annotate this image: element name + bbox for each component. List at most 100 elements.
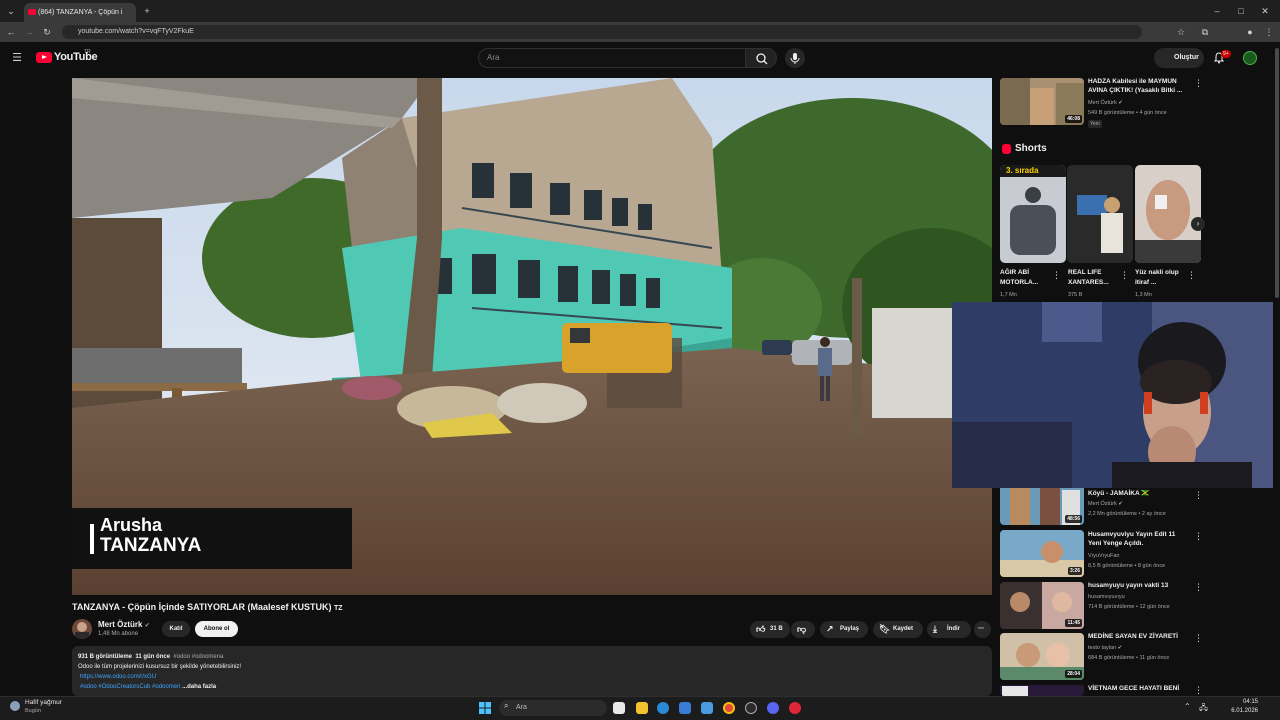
- recommended-title[interactable]: husamyuyu yayın vakti 13: [1088, 582, 1188, 591]
- forward-icon[interactable]: →: [22, 25, 36, 39]
- recommended-title[interactable]: Husamvyuviyu Yayın Edit 11 Yeni Yenge Aç…: [1088, 531, 1188, 548]
- channel-avatar[interactable]: [72, 619, 92, 639]
- share-button[interactable]: ↗ Paylaş: [820, 621, 868, 638]
- taskbar-search-text: Ara: [516, 704, 527, 711]
- network-icon[interactable]: 🖧︎: [1199, 702, 1208, 716]
- recommended-title[interactable]: HADZA Kabilesi ile MAYMUN AVINA ÇIKTIK! …: [1088, 78, 1188, 95]
- subscriber-count: 1,48 Mn abone: [98, 631, 139, 637]
- join-button[interactable]: Katıl: [162, 621, 190, 637]
- url-field[interactable]: youtube.com/watch?v=vqFTyV2FkuE: [62, 25, 1142, 39]
- voice-search-button[interactable]: [785, 48, 805, 68]
- video-duration: 3:26: [1067, 567, 1082, 575]
- browser-menu-icon[interactable]: ⋮: [1262, 25, 1276, 39]
- more-options-icon[interactable]: ⋮: [1194, 582, 1203, 593]
- shorts-next-icon[interactable]: ›: [1191, 217, 1205, 231]
- discord-icon[interactable]: [767, 702, 779, 714]
- tray-chevron-icon[interactable]: ⌃: [1184, 702, 1191, 711]
- recording-app-icon[interactable]: [789, 702, 801, 714]
- recommended-title[interactable]: VİETNAM GECE HAYATI BENİ: [1088, 685, 1188, 694]
- browser-tab[interactable]: (864) TANZANYA - Çöpün i: [24, 3, 136, 22]
- verified-icon: ✔: [144, 623, 150, 629]
- short-title[interactable]: Yüz nakli olup itiraf ...: [1135, 268, 1187, 288]
- more-options-icon[interactable]: ⋮: [1194, 78, 1203, 89]
- chrome-icon[interactable]: [723, 702, 735, 714]
- recommended-title[interactable]: MEDİNE SAYAN EV ZİYARETİ: [1088, 633, 1188, 642]
- reload-icon[interactable]: ↻: [40, 25, 54, 39]
- webcam-overlay: [952, 302, 1280, 488]
- like-button[interactable]: 👍︎ 31 B: [750, 621, 790, 638]
- store-icon[interactable]: [679, 702, 691, 714]
- file-explorer-icon[interactable]: [636, 702, 648, 714]
- weather-icon[interactable]: [10, 701, 20, 711]
- short-item[interactable]: [1135, 165, 1201, 263]
- download-button[interactable]: ⤓ İndir: [927, 621, 971, 638]
- recommended-channel[interactable]: Mert Öztürk ✔: [1088, 501, 1123, 507]
- description-meta: 931 B görüntüleme 11 gün önce #odoo #odo…: [78, 652, 986, 662]
- hamburger-menu-icon[interactable]: ☰: [10, 51, 24, 65]
- hashtags[interactable]: #odoo #odoomena: [173, 654, 223, 660]
- mail-icon[interactable]: [701, 702, 713, 714]
- short-title[interactable]: REAL LIFE XANTARES...: [1068, 268, 1120, 288]
- video-title: TANZANYA - Çöpün İçinde SATIYORLAR (Maal…: [72, 602, 343, 612]
- new-tab-button[interactable]: +: [140, 4, 154, 18]
- recommended-thumbnail[interactable]: 11:45: [1000, 582, 1084, 629]
- more-options-icon[interactable]: ⋮: [1194, 633, 1203, 644]
- recommended-channel[interactable]: VıyuVıyuFan: [1088, 553, 1120, 559]
- more-options-icon[interactable]: ⋮: [1052, 270, 1061, 281]
- more-options-icon[interactable]: ⋮: [1187, 270, 1196, 281]
- account-avatar[interactable]: [1243, 51, 1257, 65]
- more-options-icon[interactable]: ⋮: [1194, 685, 1203, 696]
- scrollbar-thumb[interactable]: [1275, 48, 1279, 298]
- country-flag: TZ: [334, 605, 343, 612]
- minimize-button[interactable]: –: [1210, 4, 1224, 18]
- recommended-title[interactable]: Köyü - JAMAİKA 🇯🇲: [1088, 490, 1188, 499]
- recommended-thumbnail[interactable]: 46:08: [1000, 78, 1084, 125]
- search-button[interactable]: [745, 48, 777, 68]
- dislike-button[interactable]: 👎︎: [791, 621, 815, 638]
- create-button[interactable]: Oluştur: [1154, 48, 1204, 68]
- recommended-meta: 549 B görüntüleme • 4 gün önce: [1088, 110, 1167, 116]
- description-link[interactable]: https://www.odoo.com/r/xGU: [78, 672, 986, 682]
- channel-name[interactable]: Mert Öztürk ✔: [98, 620, 150, 629]
- video-player[interactable]: Arusha TANZANYA: [72, 78, 992, 595]
- bookmark-star-icon[interactable]: ☆: [1174, 25, 1188, 39]
- tab-menu-icon[interactable]: ⌄: [4, 4, 18, 18]
- show-more-link[interactable]: ...daha fazla: [182, 684, 216, 690]
- more-options-icon[interactable]: ⋮: [1120, 270, 1129, 281]
- taskbar-time[interactable]: 04:15: [1228, 699, 1258, 705]
- extensions-icon[interactable]: ⧉: [1198, 25, 1212, 39]
- recommended-thumbnail[interactable]: 28:04: [1000, 633, 1084, 680]
- microphone-icon: [790, 53, 800, 64]
- windows-start-icon[interactable]: [479, 702, 491, 714]
- description-box[interactable]: 931 B görüntüleme 11 gün önce #odoo #odo…: [72, 646, 992, 696]
- description-tags[interactable]: #odoo #OdooCreatorsCub #odoomen: [80, 684, 180, 690]
- maximize-button[interactable]: □: [1234, 4, 1248, 18]
- more-options-icon[interactable]: ⋮: [1194, 490, 1203, 501]
- back-icon[interactable]: ←: [4, 25, 18, 39]
- steam-icon[interactable]: [745, 702, 757, 714]
- recommended-channel[interactable]: Mert Öztürk ✔: [1088, 100, 1123, 106]
- recommended-channel-text: Mert Öztürk: [1088, 501, 1117, 507]
- subscribe-button[interactable]: Abone ol: [195, 621, 238, 637]
- more-options-icon[interactable]: ⋮: [1194, 531, 1203, 542]
- recommended-thumbnail[interactable]: 3:26: [1000, 530, 1084, 577]
- recommended-channel[interactable]: testo taylan ✔: [1088, 645, 1122, 651]
- short-title[interactable]: AĞIR ABİ MOTORLA...: [1000, 268, 1052, 288]
- search-input[interactable]: Ara: [478, 48, 746, 68]
- youtube-logo-icon[interactable]: [36, 52, 52, 63]
- save-button[interactable]: 🔖︎ Kaydet: [873, 621, 923, 638]
- more-actions-button[interactable]: ⋯: [974, 621, 991, 638]
- profile-icon[interactable]: ●: [1243, 25, 1257, 39]
- close-window-button[interactable]: ✕: [1258, 4, 1272, 18]
- youtube-header: ☰ YouTube TR Ara + Oluştur 9+: [0, 42, 1280, 74]
- short-overlay-text: 3. sırada: [1006, 166, 1039, 175]
- taskbar-search[interactable]: Ara: [499, 700, 607, 716]
- short-item[interactable]: 3. sırada: [1000, 165, 1066, 263]
- weather-title[interactable]: Hafif yağmur: [25, 699, 62, 706]
- recommended-channel[interactable]: husamvıyuvıyu: [1088, 594, 1125, 600]
- recommended-thumbnail[interactable]: [1000, 684, 1084, 696]
- short-item[interactable]: [1067, 165, 1133, 263]
- edge-icon[interactable]: [657, 702, 669, 714]
- taskbar-date[interactable]: 6.01.2026: [1218, 708, 1258, 714]
- task-view-icon[interactable]: [613, 702, 625, 714]
